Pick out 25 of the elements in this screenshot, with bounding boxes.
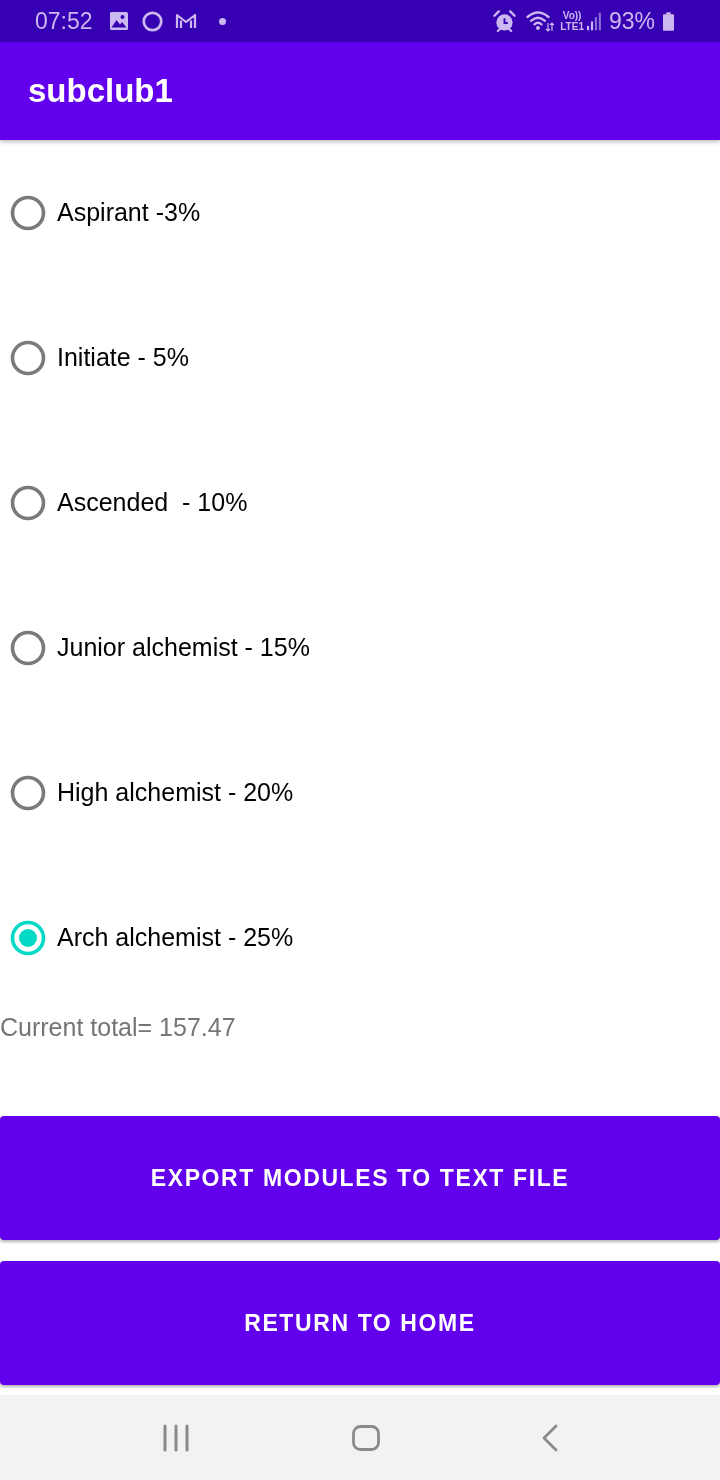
network-type-label: Vo)) <box>562 10 582 21</box>
radio-option[interactable]: Junior alchemist - 15% <box>10 629 310 666</box>
action-button[interactable]: EXPORT MODULES TO TEXT FILE <box>0 1116 720 1240</box>
action-button[interactable]: RETURN TO HOME <box>0 1261 720 1385</box>
radio-option[interactable]: Initiate - 5% <box>10 339 189 376</box>
recent-apps-icon[interactable] <box>162 1423 190 1452</box>
circle-icon <box>141 10 163 32</box>
radio-option[interactable]: Aspirant -3% <box>10 194 201 231</box>
home-icon[interactable] <box>352 1423 380 1452</box>
back-icon[interactable] <box>542 1423 558 1452</box>
notification-dot-icon <box>218 17 226 25</box>
status-time: 07:52 <box>35 7 93 35</box>
network-type-label: LTE1 <box>560 21 584 32</box>
m-icon <box>174 12 197 30</box>
radio-option[interactable]: Ascended - 10% <box>10 484 248 521</box>
wifi-icon <box>526 10 555 32</box>
alarm-clock-icon <box>493 9 517 33</box>
signal-strength-icon <box>586 11 601 31</box>
current-total-text: Current total= 157.47 <box>0 1012 236 1043</box>
battery-percentage: 93% <box>608 7 655 35</box>
battery-icon <box>663 11 674 31</box>
image-icon <box>108 11 129 31</box>
app-title: subclub1 <box>28 72 173 110</box>
radio-option[interactable]: High alchemist - 20% <box>10 774 294 811</box>
radio-option[interactable]: Arch alchemist - 25% <box>10 919 294 956</box>
